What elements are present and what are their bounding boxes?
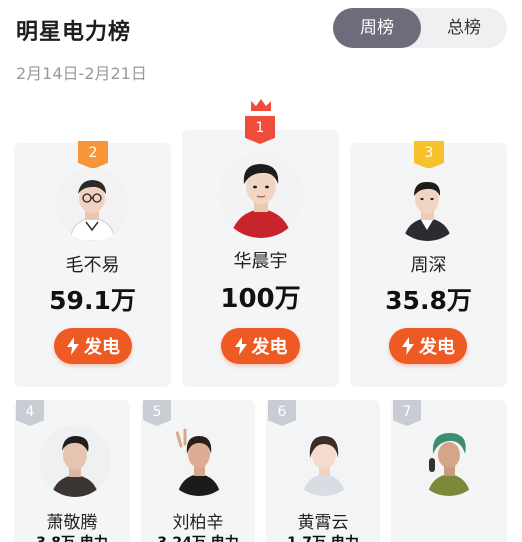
artist-name: 黄霄云 [297,513,349,533]
avatar [56,168,129,241]
vote-count: 3.24万 电力 [141,532,255,542]
vote-button-label: 发电 [84,337,120,358]
rank-badge: 3 [414,141,444,169]
vote-count: 3.8万 电力 [14,532,130,542]
vote-button[interactable]: 发电 [54,328,132,364]
tab-weekly[interactable]: 周榜 [333,8,421,48]
avatar [391,168,464,241]
rank-card-4[interactable]: 4 萧敬腾 3.8万 电力 [14,400,130,542]
rank-badge: 7 [393,400,421,426]
avatar [413,424,485,496]
ranking-toggle: 周榜 总榜 [333,8,507,48]
vote-count: 35.8万 [385,286,472,315]
artist-name: 周深 [410,255,447,276]
top-card-rank-2[interactable]: 2 毛不易 59.1万 发电 [14,141,171,387]
crown-icon [251,99,271,111]
vote-count: 59.1万 [49,286,136,315]
vote-button-label: 发电 [419,337,455,358]
avatar [39,425,111,497]
avatar [218,152,304,238]
lightning-icon [234,337,247,355]
artist-name: 毛不易 [65,255,120,276]
top-card-rank-1[interactable]: 1 华晨宇 100万 发电 [182,99,339,387]
rank-card-6[interactable]: 6 黄霄云 1.7万 电力 [266,400,380,542]
rank-badge: 5 [143,400,171,426]
tab-total[interactable]: 总榜 [421,8,507,48]
top-card-rank-3[interactable]: 3 周深 35.8万 发电 [350,141,507,387]
rank-badge: 1 [245,116,275,144]
rank-card-7[interactable]: 7 [391,400,507,542]
vote-count: 100万 [220,284,301,314]
rank-card-5[interactable]: 5 刘柏辛 3.24万 电力 [141,400,255,542]
rank-badge: 2 [78,141,108,169]
avatar [288,424,360,496]
lightning-icon [67,337,79,355]
rank-badge: 4 [16,400,44,426]
date-range: 2月14日-2月21日 [16,64,147,83]
vote-button[interactable]: 发电 [389,328,467,364]
avatar [163,424,235,496]
artist-name: 萧敬腾 [46,513,98,533]
header: 明星电力榜 [16,14,131,46]
artist-name: 华晨宇 [233,251,288,272]
lightning-icon [402,337,414,355]
artist-name: 刘柏辛 [172,513,224,533]
vote-button-label: 发电 [251,337,288,358]
vote-button[interactable]: 发电 [221,328,300,364]
page-title: 明星电力榜 [16,20,132,45]
rank-badge: 6 [268,400,296,426]
vote-count: 1.7万 电力 [266,532,380,542]
